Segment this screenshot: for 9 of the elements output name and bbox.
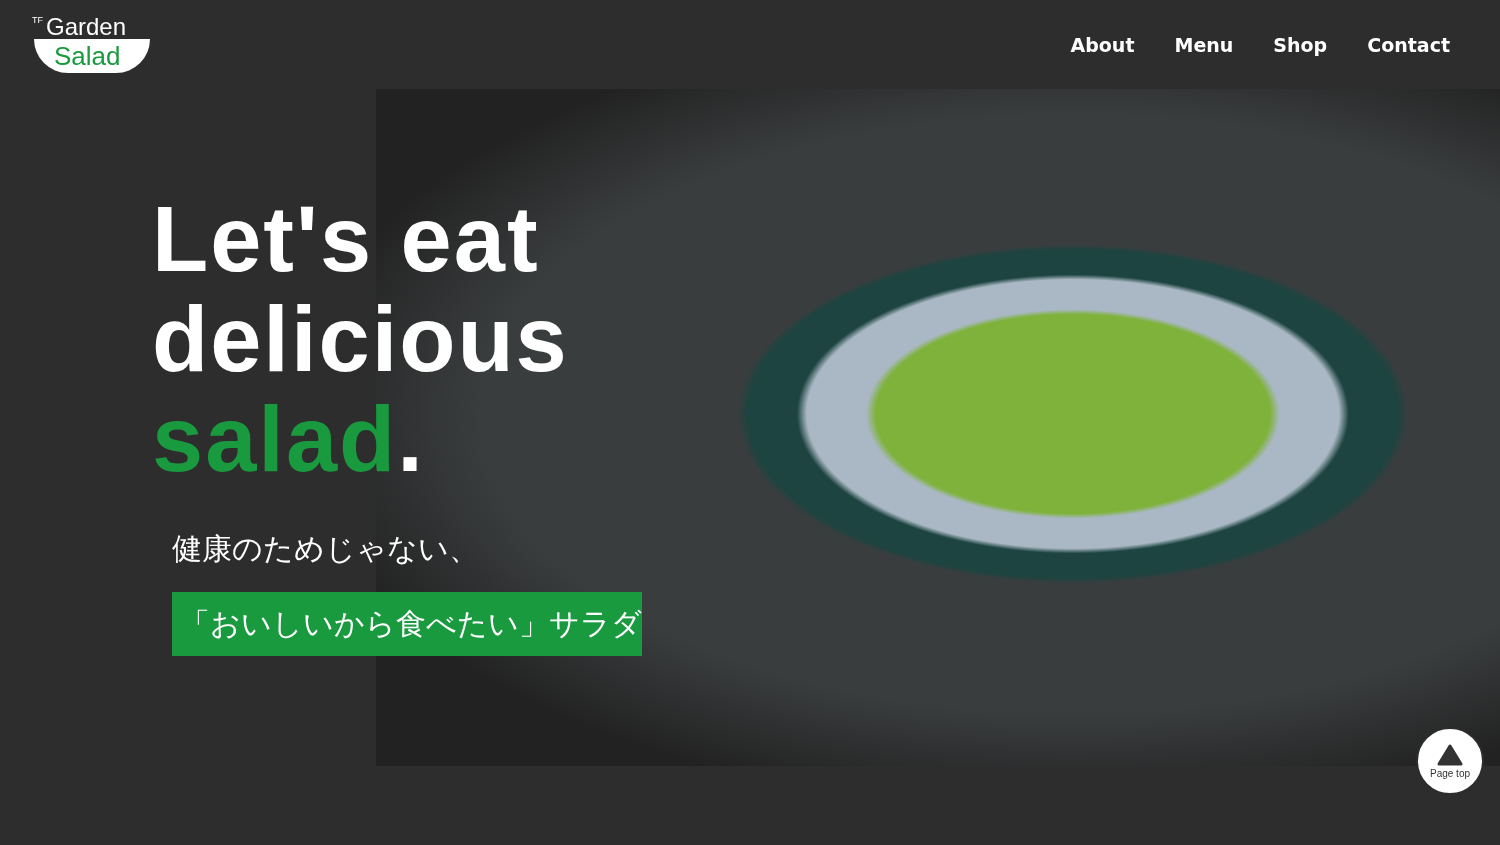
- highlight-banner: 「おいしいから食べたい」サラダ: [172, 592, 642, 656]
- nav-link[interactable]: Shop: [1273, 33, 1328, 56]
- nav-link[interactable]: About: [1070, 33, 1135, 56]
- hero-tagline: 健康のためじゃない、: [172, 530, 479, 568]
- page-top-button[interactable]: Page top: [1416, 727, 1484, 795]
- triangle-up-icon: [1437, 743, 1463, 766]
- nav-link[interactable]: Contact: [1367, 33, 1450, 56]
- hero-headline: Let's eat delicious salad.: [152, 189, 569, 489]
- nav-link[interactable]: Menu: [1174, 33, 1234, 56]
